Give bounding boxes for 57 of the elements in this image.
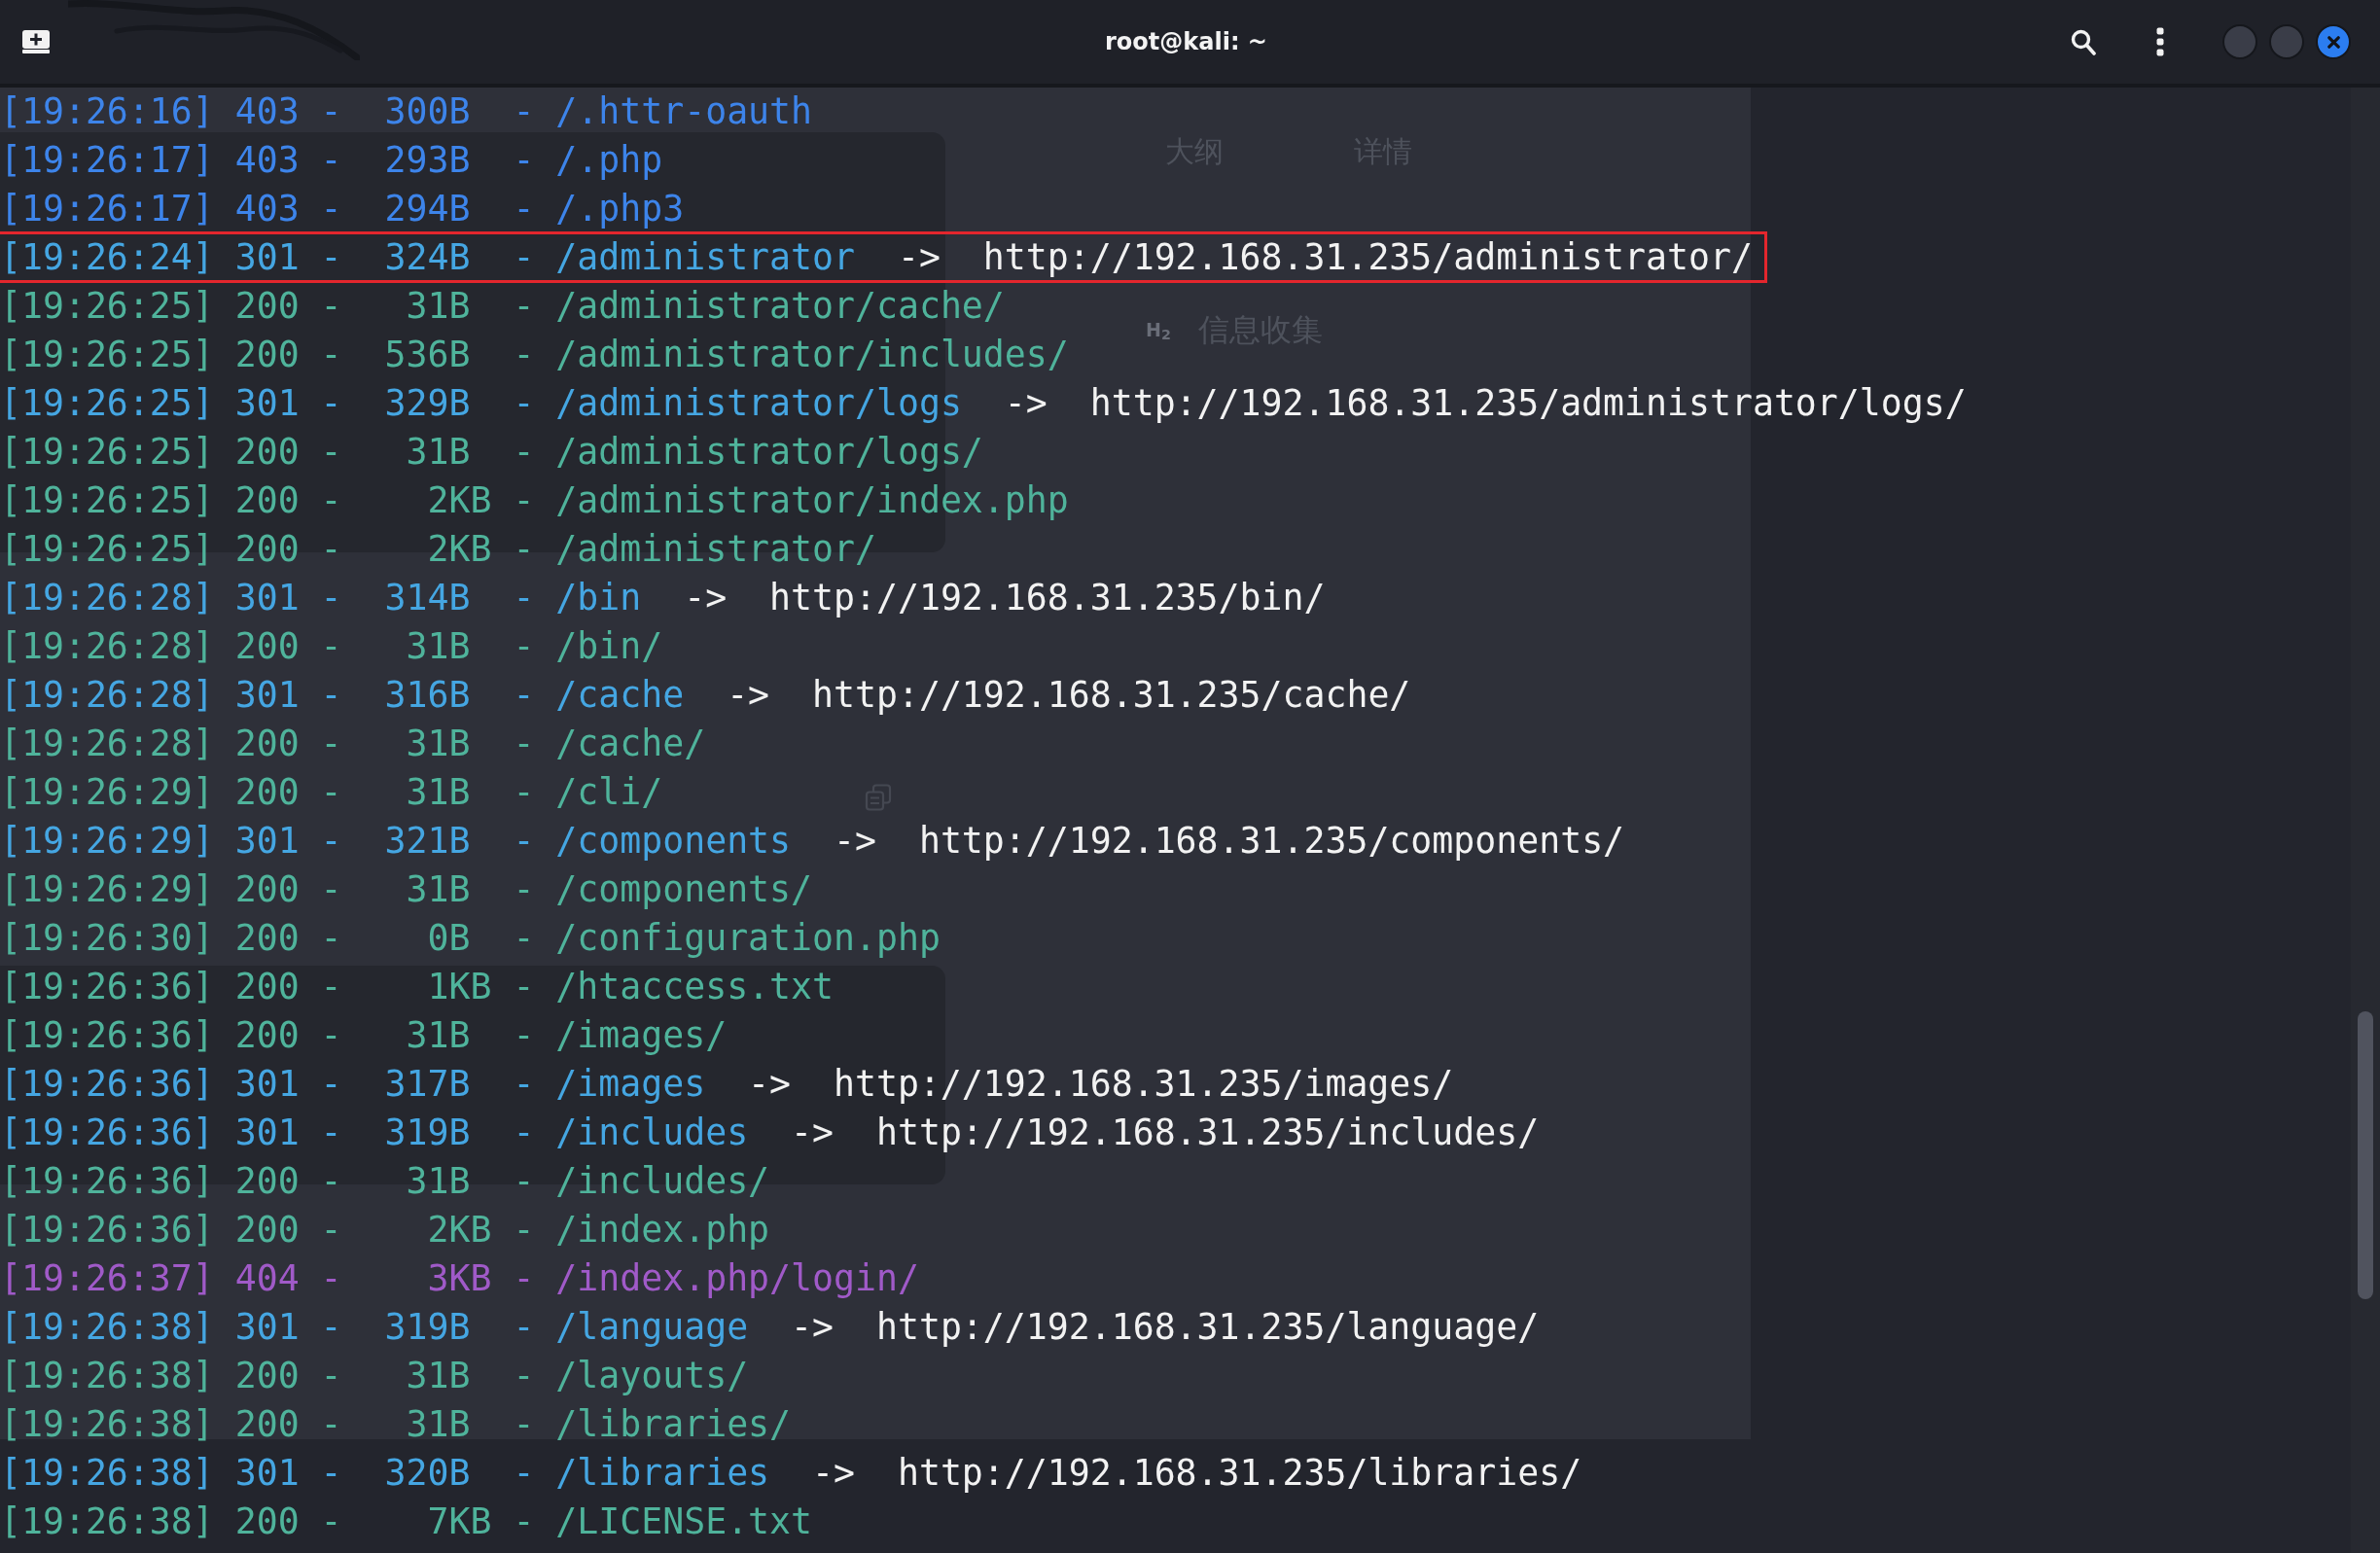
log-entry: [19:26:25] 301 - 329B - /administrator/logs	[0, 382, 962, 424]
heading-level-marker: H$_{2}$	[1146, 318, 1171, 341]
log-entry: [19:26:38] 301 - 320B - /libraries	[0, 1452, 770, 1494]
log-entry: [19:26:38] 200 - 31B - /layouts/	[0, 1355, 749, 1396]
log-entry: [19:26:38] 200 - 7KB - /LICENSE.txt	[0, 1500, 813, 1542]
redirect-url: http://192.168.31.235/components/	[918, 820, 1625, 862]
log-entry: [19:26:25] 200 - 536B - /administrator/includes/	[0, 334, 1069, 375]
log-entry: [19:26:28] 200 - 31B - /cache/	[0, 723, 706, 764]
redirect-arrow: ->	[812, 1452, 855, 1494]
close-icon	[2327, 35, 2340, 49]
log-entry: [19:26:36] 200 - 31B - /images/	[0, 1014, 728, 1056]
log-entry: [19:26:36] 301 - 317B - /images	[0, 1063, 706, 1105]
redirect-url: http://192.168.31.235/images/	[834, 1063, 1454, 1105]
window-plus-icon[interactable]	[21, 29, 51, 54]
scrollbar-thumb[interactable]	[2358, 1011, 2373, 1299]
log-entry: [19:26:28] 301 - 316B - /cache	[0, 674, 685, 716]
log-entry: [19:26:25] 200 - 31B - /administrator/logs/	[0, 431, 983, 473]
window-title: root@kali: ~	[1105, 27, 1267, 57]
log-entry: [19:26:16] 403 - 300B - /.httr-oauth	[0, 90, 813, 132]
log-entry: [19:26:37] 404 - 3KB - /index.php/login/	[0, 1257, 919, 1299]
log-entry: [19:26:25] 200 - 31B - /administrator/cache/	[0, 285, 1005, 327]
log-entry: [19:26:17] 403 - 294B - /.php3	[0, 188, 685, 229]
redirect-url: http://192.168.31.235/includes/	[875, 1112, 1540, 1153]
log-entry: [19:26:25] 200 - 2KB - /administrator/index.php	[0, 479, 1069, 521]
menu-icon[interactable]	[2156, 27, 2164, 56]
redirect-url: http://192.168.31.235/cache/	[812, 674, 1411, 716]
redirect-arrow: ->	[684, 577, 728, 618]
redirect-arrow: ->	[834, 820, 876, 862]
log-entry: [19:26:36] 200 - 2KB - /index.php	[0, 1209, 770, 1251]
redirect-arrow: ->	[897, 236, 941, 278]
search-icon[interactable]	[2071, 28, 2096, 55]
log-entry: [19:26:29] 200 - 31B - /components/	[0, 868, 813, 910]
log-entry: [19:26:36] 200 - 31B - /includes/	[0, 1160, 770, 1202]
redirect-url: http://192.168.31.235/administrator/	[982, 236, 1753, 278]
redirect-arrow: ->	[727, 674, 770, 716]
log-entry: [19:26:24] 301 - 324B - /administrator	[0, 236, 855, 278]
redirect-url: http://192.168.31.235/language/	[875, 1306, 1540, 1348]
log-entry: [19:26:38] 200 - 31B - /libraries/	[0, 1403, 792, 1445]
log-entry: [19:26:30] 200 - 0B - /configuration.php	[0, 917, 941, 959]
log-entry: [19:26:25] 200 - 2KB - /administrator/	[0, 528, 876, 570]
redirect-url: http://192.168.31.235/bin/	[769, 577, 1326, 618]
redirect-arrow: ->	[1004, 382, 1048, 424]
log-entry: [19:26:17] 403 - 293B - /.php	[0, 139, 663, 181]
redirect-url: http://192.168.31.235/libraries/	[897, 1452, 1582, 1494]
redirect-url: http://192.168.31.235/administrator/logs/	[1089, 382, 1967, 424]
redirect-arrow: ->	[748, 1063, 792, 1105]
log-entry: [19:26:29] 301 - 321B - /components	[0, 820, 792, 862]
log-entry: [19:26:29] 200 - 31B - /cli/	[0, 771, 663, 813]
log-entry: [19:26:38] 301 - 319B - /language	[0, 1306, 749, 1348]
log-entry: [19:26:36] 301 - 319B - /includes	[0, 1112, 749, 1153]
redirect-arrow: ->	[791, 1112, 834, 1153]
log-entry: [19:26:36] 200 - 1KB - /htaccess.txt	[0, 966, 835, 1007]
redirect-arrow: ->	[791, 1306, 834, 1348]
copy-icon	[865, 784, 892, 811]
log-entry: [19:26:28] 200 - 31B - /bin/	[0, 625, 663, 667]
log-entry: [19:26:28] 301 - 314B - /bin	[0, 577, 642, 618]
close-button[interactable]	[2316, 24, 2351, 59]
